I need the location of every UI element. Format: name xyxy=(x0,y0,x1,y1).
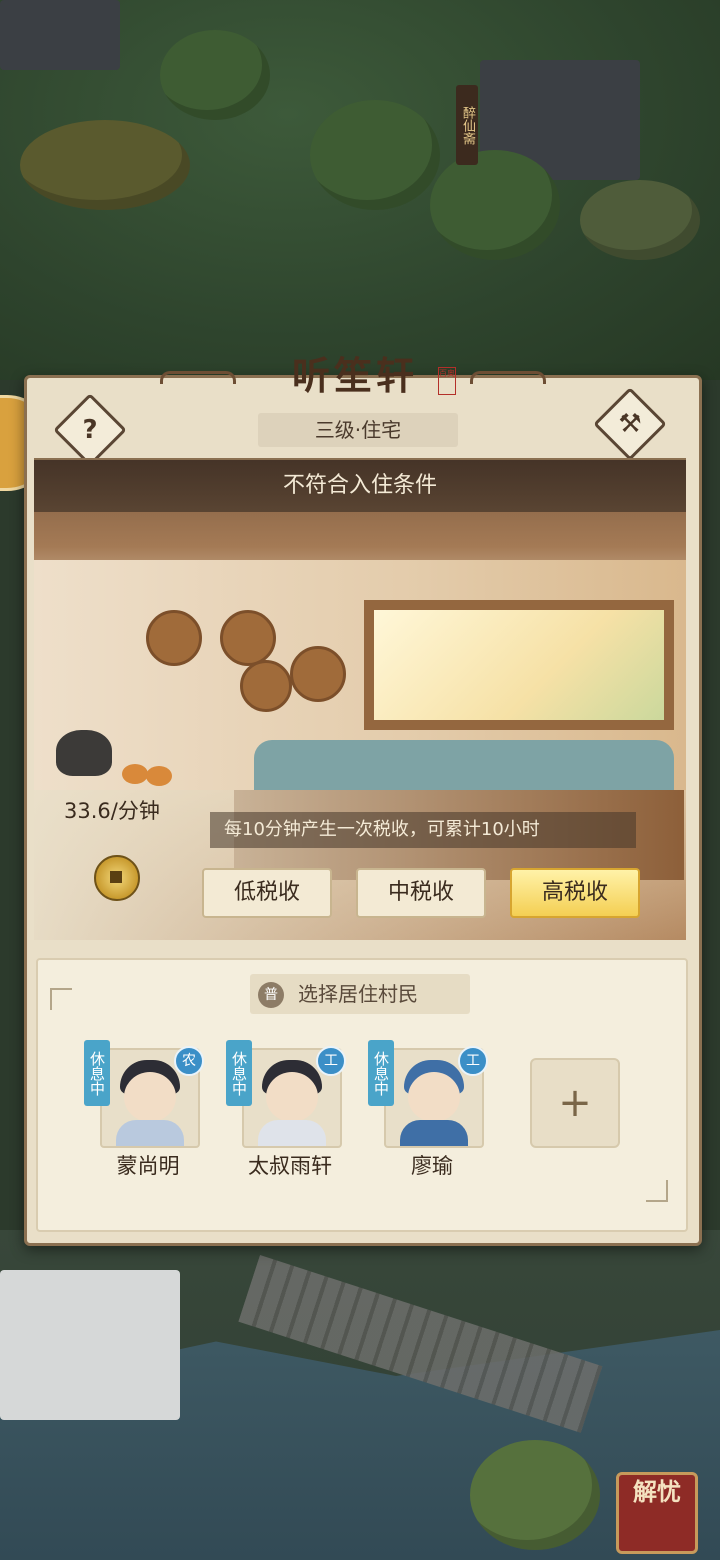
occupancy-status: 不符合入住条件 xyxy=(34,460,686,512)
resident-name: 蒙尚明 xyxy=(116,1154,180,1178)
job-badge: 农 xyxy=(174,1046,204,1076)
building-roof xyxy=(0,1270,180,1420)
house-interior-scene: 不符合入住条件 33.6/分钟 每10分钟产生一次税收，可累计10小时 低税收 … xyxy=(34,458,686,940)
basket xyxy=(220,610,276,666)
building-roof xyxy=(0,0,120,70)
rarity-badge: 普 xyxy=(258,982,284,1008)
window xyxy=(364,600,674,730)
title-swirl-left xyxy=(160,371,236,384)
avatar-body xyxy=(400,1120,468,1146)
corner-ornament xyxy=(646,1180,668,1202)
building-title: 听笙轩 xyxy=(291,353,418,398)
pumpkin xyxy=(146,766,172,786)
avatar-body xyxy=(116,1120,184,1146)
tax-note: 每10分钟产生一次税收，可累计10小时 xyxy=(210,812,636,848)
seal-stamp: 百奥 xyxy=(438,367,456,395)
resident-name: 太叔雨轩 xyxy=(248,1154,332,1178)
avatar-face xyxy=(124,1072,176,1122)
coin-icon xyxy=(94,855,140,901)
tax-low-button[interactable]: 低税收 xyxy=(202,868,332,918)
pumpkin xyxy=(122,764,148,784)
title-plate: 听笙轩 百奥 xyxy=(160,345,546,405)
tree xyxy=(20,120,190,210)
tax-rate: 33.6/分钟 xyxy=(64,799,160,823)
tree xyxy=(470,1440,600,1550)
plus-icon: + xyxy=(558,1080,592,1126)
building-level-type: 三级·住宅 xyxy=(258,413,458,447)
job-badge: 工 xyxy=(458,1046,488,1076)
tree xyxy=(160,30,270,120)
basket xyxy=(290,646,346,702)
basket xyxy=(146,610,202,666)
job-badge: 工 xyxy=(316,1046,346,1076)
cooking-pot xyxy=(56,730,112,776)
tax-medium-button[interactable]: 中税收 xyxy=(356,868,486,918)
shop-sign[interactable]: 醉仙斋 xyxy=(456,85,478,165)
resident-name: 廖瑜 xyxy=(411,1154,453,1178)
jieyou-badge[interactable]: 解忧 xyxy=(616,1472,698,1554)
tree xyxy=(430,150,560,260)
resting-tag: 休息中 xyxy=(226,1040,252,1106)
avatar-face xyxy=(408,1072,460,1122)
resting-tag: 休息中 xyxy=(84,1040,110,1106)
title-swirl-right xyxy=(470,371,546,384)
avatar-face xyxy=(266,1072,318,1122)
tax-high-button[interactable]: 高税收 xyxy=(510,868,640,918)
tree xyxy=(310,100,440,210)
resting-tag: 休息中 xyxy=(368,1040,394,1106)
add-resident-button[interactable]: + xyxy=(530,1058,620,1148)
question-icon: ? xyxy=(82,415,98,445)
hammer-icon: ⚒ xyxy=(618,409,642,439)
tree xyxy=(580,180,700,260)
corner-ornament xyxy=(50,988,72,1010)
avatar-body xyxy=(258,1120,326,1146)
basket xyxy=(240,660,292,712)
